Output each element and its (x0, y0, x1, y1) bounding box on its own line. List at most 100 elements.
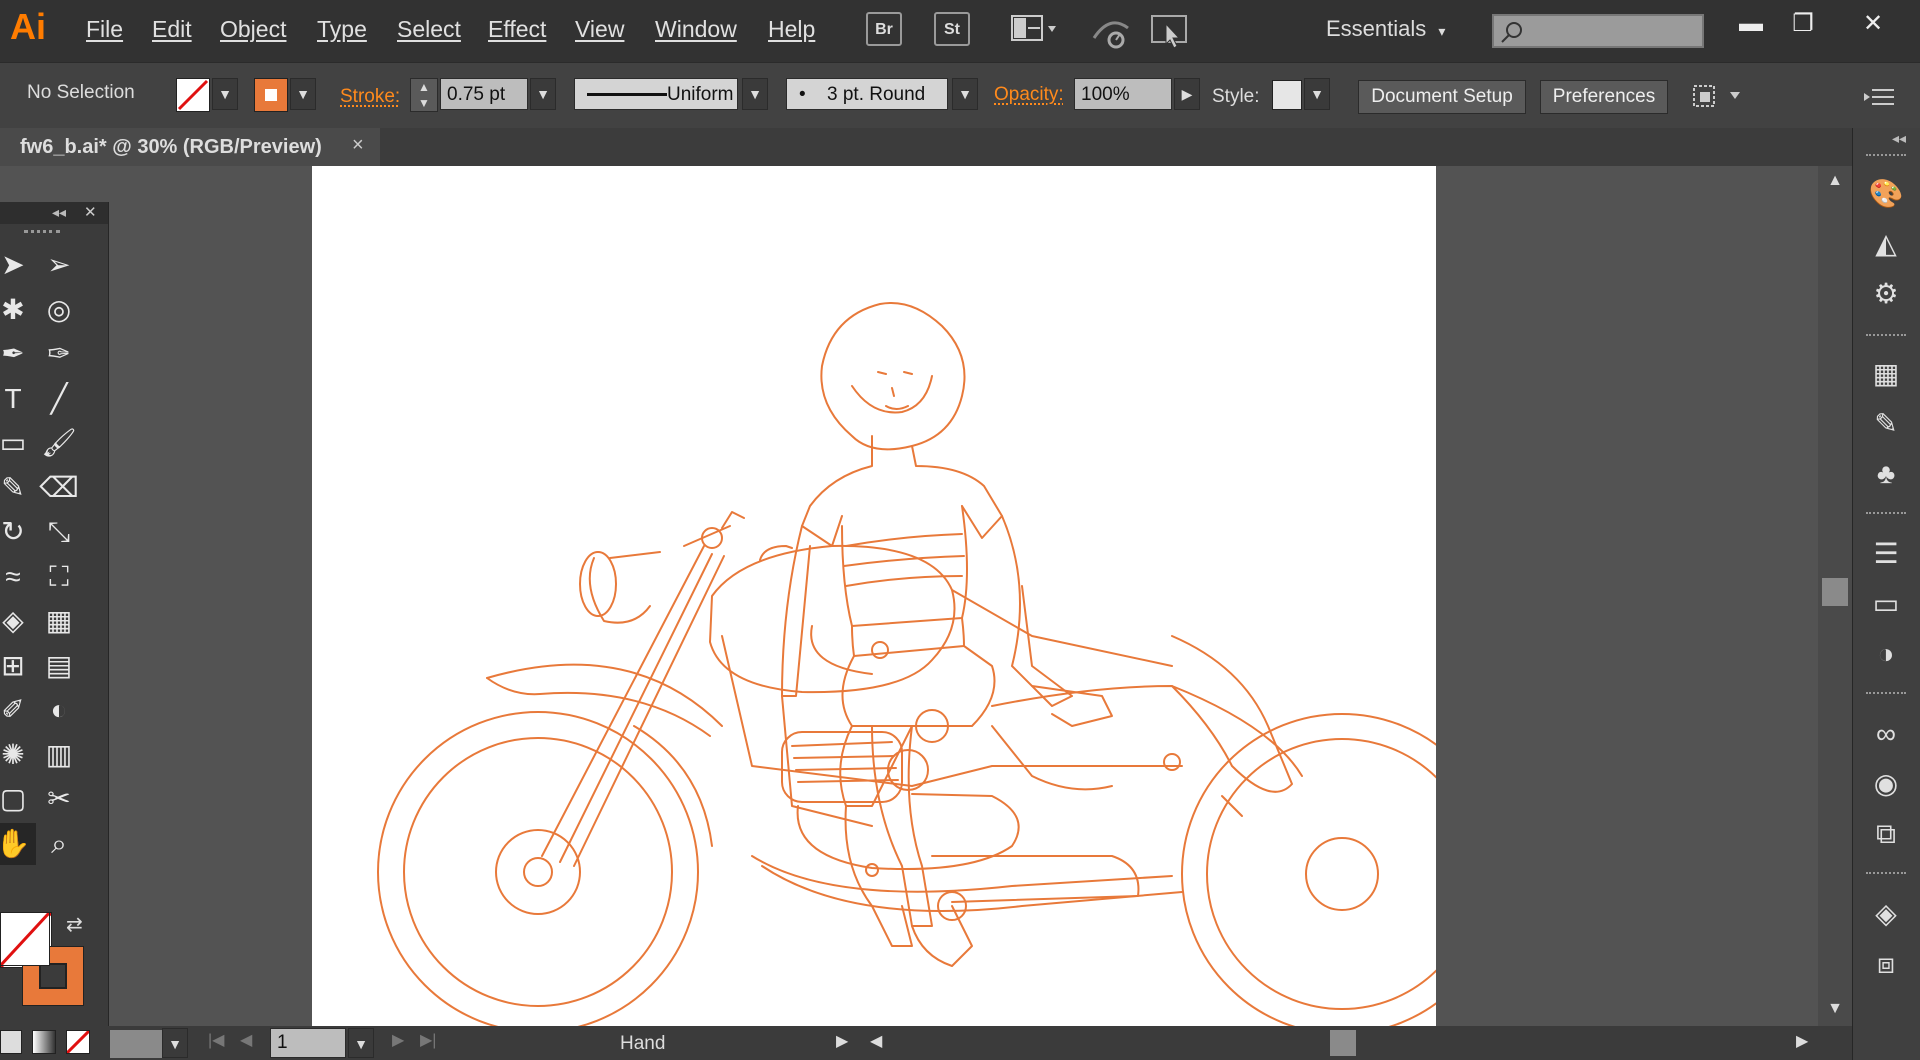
preferences-button[interactable]: Preferences (1540, 80, 1668, 114)
menu-object[interactable]: Object (220, 16, 286, 43)
scroll-down-icon[interactable]: ▼ (1824, 1000, 1846, 1018)
scale-tool-icon[interactable]: ⤡ (36, 511, 82, 553)
artboard-tool-icon[interactable]: ▢ (0, 778, 36, 820)
artboards-icon[interactable]: ⧈ (1868, 946, 1904, 982)
eraser-tool-icon[interactable]: ⌫ (36, 467, 82, 509)
stroke-panel-link[interactable]: Stroke: (340, 86, 400, 108)
stroke-color-dropdown[interactable]: ▼ (290, 78, 316, 110)
swap-fill-stroke-icon[interactable]: ⇄ (66, 912, 83, 937)
tools-grip[interactable] (24, 230, 60, 239)
panel-group-grip[interactable] (1866, 692, 1906, 700)
opacity-slider-button[interactable]: ▶ (1174, 78, 1200, 110)
artboard-dropdown[interactable]: ▼ (348, 1028, 374, 1058)
selection-tool-icon[interactable]: ➤ (0, 244, 36, 286)
close-panel-icon[interactable]: ✕ (84, 203, 97, 221)
stroke-swatch[interactable] (254, 78, 288, 112)
style-dropdown[interactable]: ▼ (1304, 78, 1330, 110)
artboard-number-field[interactable]: 1 (270, 1028, 346, 1058)
panel-menu-icon[interactable] (1862, 84, 1898, 110)
opacity-field[interactable]: 100% (1074, 78, 1172, 110)
transparency-panel-icon[interactable]: ◑ (1868, 636, 1904, 672)
previous-artboard-icon[interactable]: ◀ (240, 1030, 252, 1050)
zoom-level-field[interactable] (110, 1030, 162, 1058)
line-segment-tool-icon[interactable]: ╱ (36, 378, 82, 420)
workspace-switcher[interactable]: Essentials ▾ (1326, 16, 1445, 42)
color-panel-icon[interactable]: 🎨 (1868, 176, 1904, 212)
color-guide-icon[interactable]: ◭ (1868, 226, 1904, 262)
last-artboard-icon[interactable]: ▶| (420, 1030, 436, 1050)
align-options-icon[interactable] (1688, 80, 1748, 112)
shape-builder-tool-icon[interactable]: ◈ (0, 600, 36, 642)
scroll-up-icon[interactable]: ▲ (1824, 172, 1846, 190)
scroll-left-icon[interactable]: ◀ (870, 1031, 882, 1051)
menu-select[interactable]: Select (397, 16, 461, 43)
rectangle-tool-icon[interactable]: ▭ (0, 422, 36, 464)
direct-selection-tool-icon[interactable]: ➢ (36, 244, 82, 286)
pencil-tool-icon[interactable]: ✎ (0, 467, 36, 509)
color-mode-icon[interactable] (0, 1030, 22, 1054)
panel-group-grip[interactable] (1866, 512, 1906, 520)
collapse-panel-icon[interactable]: ◂◂ (52, 204, 66, 221)
swatches-icon[interactable]: ▦ (1868, 356, 1904, 392)
brushes-icon[interactable]: ✎ (1868, 406, 1904, 442)
panel-group-grip[interactable] (1866, 872, 1906, 880)
scroll-right-icon[interactable]: ▶ (1796, 1031, 1808, 1051)
minimize-icon[interactable]: ▬ (1730, 8, 1772, 42)
stroke-weight-field[interactable]: 0.75 pt (440, 78, 528, 110)
profile-dropdown[interactable]: ▼ (742, 78, 768, 110)
cc-libraries-icon[interactable]: ⚙ (1868, 276, 1904, 312)
zoom-tool-icon[interactable]: ⌕ (36, 823, 82, 865)
panel-group-grip[interactable] (1866, 154, 1906, 162)
perspective-grid-tool-icon[interactable]: ▦ (36, 600, 82, 642)
touch-workspace-icon[interactable] (1150, 10, 1190, 50)
document-setup-button[interactable]: Document Setup (1358, 80, 1526, 114)
blend-tool-icon[interactable]: ◐ (36, 689, 82, 731)
graphic-styles-icon[interactable]: ⧉ (1868, 816, 1904, 852)
menu-help[interactable]: Help (768, 16, 815, 43)
hand-tool-icon[interactable]: ✋ (0, 822, 36, 865)
gradient-tool-icon[interactable]: ▤ (36, 645, 82, 687)
symbols-icon[interactable]: ♣ (1868, 456, 1904, 492)
brush-dropdown[interactable]: ▼ (952, 78, 978, 110)
maximize-icon[interactable]: ❐ (1782, 8, 1824, 42)
column-graph-tool-icon[interactable]: ▥ (36, 734, 82, 776)
zoom-dropdown[interactable]: ▼ (162, 1028, 188, 1058)
menu-effect[interactable]: Effect (488, 16, 546, 43)
brush-definition[interactable]: • 3 pt. Round (786, 78, 948, 110)
none-mode-icon[interactable] (65, 1029, 91, 1055)
bridge-button[interactable]: Br (866, 12, 902, 46)
menu-type[interactable]: Type (317, 16, 367, 43)
vertical-scroll-thumb[interactable] (1822, 578, 1848, 606)
fill-dropdown[interactable]: ▼ (212, 78, 238, 110)
stroke-weight-dropdown[interactable]: ▼ (530, 78, 556, 110)
menu-view[interactable]: View (575, 16, 624, 43)
free-transform-tool-icon[interactable]: ⛶ (36, 556, 82, 598)
mesh-tool-icon[interactable]: ⊞ (0, 645, 36, 687)
first-artboard-icon[interactable]: |◀ (208, 1030, 224, 1050)
width-tool-icon[interactable]: ≈ (0, 556, 36, 598)
fill-color-swatch[interactable] (0, 911, 51, 967)
horizontal-scroll-thumb[interactable] (1330, 1030, 1356, 1056)
stroke-weight-stepper[interactable]: ▲ ▼ (410, 78, 438, 112)
panel-group-grip[interactable] (1866, 334, 1906, 342)
gradient-mode-icon[interactable] (32, 1030, 56, 1054)
menu-window[interactable]: Window (655, 16, 737, 43)
next-artboard-icon[interactable]: ▶ (392, 1030, 404, 1050)
help-search-input[interactable] (1492, 14, 1704, 48)
arrange-documents-icon[interactable] (1010, 12, 1060, 46)
type-tool-icon[interactable]: T (0, 378, 36, 420)
gradient-panel-icon[interactable]: ▭ (1868, 586, 1904, 622)
creative-cloud-icon[interactable]: ∞ (1868, 716, 1904, 752)
curvature-tool-icon[interactable]: ✑ (36, 333, 82, 375)
rotate-tool-icon[interactable]: ↻ (0, 511, 36, 553)
close-icon[interactable]: ✕ (1852, 8, 1894, 42)
paintbrush-tool-icon[interactable]: 🖌 (36, 422, 82, 464)
pen-tool-icon[interactable]: ✒ (0, 333, 36, 375)
stock-button[interactable]: St (934, 12, 970, 46)
menu-edit[interactable]: Edit (152, 16, 192, 43)
symbol-sprayer-tool-icon[interactable]: ✺ (0, 734, 36, 776)
expand-panels-icon[interactable]: ◂◂ (1892, 130, 1906, 147)
close-tab-icon[interactable]: × (352, 134, 364, 157)
transparency-panel-link[interactable]: Opacity: (994, 84, 1064, 106)
magic-wand-tool-icon[interactable]: ✱ (0, 289, 36, 331)
